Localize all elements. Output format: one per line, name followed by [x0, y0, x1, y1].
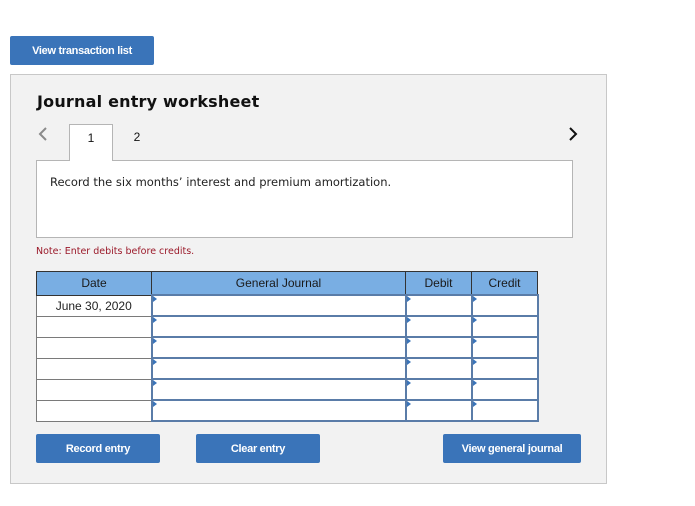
account-input[interactable]	[150, 336, 407, 359]
header-credit: Credit	[471, 271, 538, 296]
date-cell[interactable]	[36, 336, 152, 359]
table-row: June 30, 2020	[36, 294, 539, 317]
tab-2[interactable]: 2	[115, 124, 159, 161]
account-input[interactable]	[150, 357, 407, 380]
credit-input[interactable]	[470, 336, 539, 359]
table-row	[36, 357, 539, 380]
journal-entry-worksheet-panel: Journal entry worksheet 1 2 Record the s…	[10, 74, 607, 484]
tab-1[interactable]: 1	[69, 124, 113, 161]
tab-label: 1	[87, 131, 95, 145]
credit-input[interactable]	[470, 378, 539, 401]
credit-input[interactable]	[470, 357, 539, 380]
debit-input[interactable]	[404, 357, 473, 380]
view-general-journal-button[interactable]: View general journal	[443, 434, 581, 463]
header-debit: Debit	[405, 271, 472, 296]
account-input[interactable]	[150, 315, 407, 338]
header-date: Date	[36, 271, 152, 296]
table-row	[36, 378, 539, 401]
debit-input[interactable]	[404, 336, 473, 359]
tab-label: 2	[133, 130, 141, 144]
transaction-description-box: Record the six months’ interest and prem…	[36, 160, 573, 238]
transaction-description: Record the six months’ interest and prem…	[50, 175, 392, 189]
debit-input[interactable]	[404, 294, 473, 317]
date-cell[interactable]	[36, 357, 152, 380]
date-cell[interactable]	[36, 399, 152, 422]
account-input[interactable]	[150, 294, 407, 317]
debit-input[interactable]	[404, 399, 473, 422]
credit-input[interactable]	[470, 294, 539, 317]
chevron-right-icon[interactable]	[566, 124, 580, 144]
date-cell[interactable]: June 30, 2020	[36, 294, 152, 317]
chevron-left-icon[interactable]	[36, 124, 50, 144]
worksheet-title: Journal entry worksheet	[37, 92, 260, 111]
credit-input[interactable]	[470, 315, 539, 338]
account-input[interactable]	[150, 399, 407, 422]
view-transaction-list-button[interactable]: View transaction list	[10, 36, 154, 65]
debit-input[interactable]	[404, 315, 473, 338]
entry-note: Note: Enter debits before credits.	[36, 246, 195, 257]
clear-entry-button[interactable]: Clear entry	[196, 434, 320, 463]
debit-input[interactable]	[404, 378, 473, 401]
table-row	[36, 399, 539, 422]
credit-input[interactable]	[470, 399, 539, 422]
table-header-row: Date General Journal Debit Credit	[36, 271, 538, 296]
date-cell[interactable]	[36, 378, 152, 401]
header-general-journal: General Journal	[151, 271, 406, 296]
record-entry-button[interactable]: Record entry	[36, 434, 160, 463]
account-input[interactable]	[150, 378, 407, 401]
date-cell[interactable]	[36, 315, 152, 338]
table-row	[36, 336, 539, 359]
table-row	[36, 315, 539, 338]
journal-entry-table: Date General Journal Debit Credit June 3…	[36, 271, 539, 422]
